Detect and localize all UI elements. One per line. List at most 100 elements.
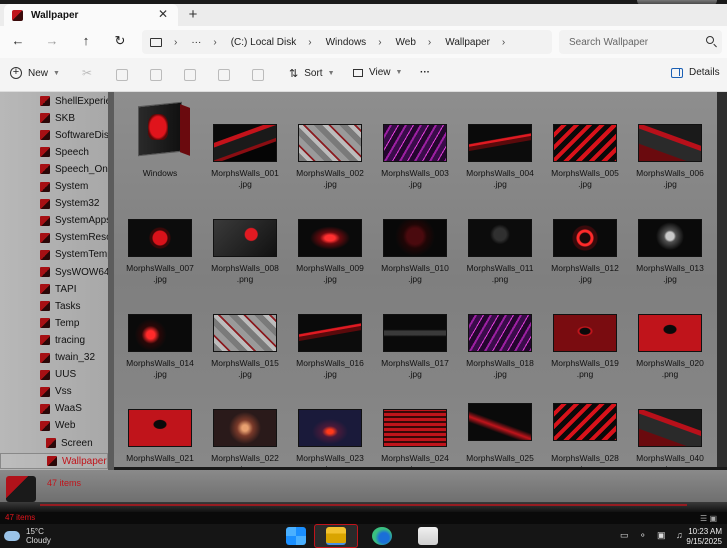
sidebar-item-tasks[interactable]: Tasks bbox=[40, 298, 81, 314]
folder-icon bbox=[40, 267, 50, 277]
breadcrumb-wallpaper[interactable]: Wallpaper bbox=[445, 37, 490, 48]
file-item[interactable]: MorphsWalls_021 .png bbox=[119, 377, 201, 467]
file-item[interactable]: MorphsWalls_022 .jpg bbox=[204, 377, 286, 467]
sidebar-item-tracing[interactable]: tracing bbox=[40, 332, 85, 348]
file-item[interactable]: MorphsWalls_040 .jpg bbox=[629, 377, 711, 467]
file-item[interactable]: MorphsWalls_009 .jpg bbox=[289, 187, 371, 284]
sidebar-item-twain-32[interactable]: twain_32 bbox=[40, 350, 95, 366]
sidebar-item-system[interactable]: System bbox=[40, 179, 88, 195]
image-thumbnail bbox=[553, 314, 617, 352]
new-tab-button[interactable]: + bbox=[186, 6, 200, 23]
image-thumbnail bbox=[468, 124, 532, 162]
sidebar-item-label: UUS bbox=[55, 369, 77, 381]
delete-icon[interactable] bbox=[252, 69, 264, 81]
folder-item[interactable]: Windows bbox=[119, 92, 201, 187]
folder-icon bbox=[40, 335, 50, 346]
file-explorer-icon[interactable] bbox=[326, 527, 346, 545]
folder-icon bbox=[40, 232, 50, 243]
store-icon[interactable] bbox=[418, 527, 438, 545]
weather-widget[interactable]: 15°C Cloudy bbox=[4, 527, 51, 545]
more-options-button[interactable]: ··· bbox=[420, 67, 430, 78]
file-item[interactable]: MorphsWalls_028 .jpg bbox=[544, 377, 626, 467]
file-item[interactable]: MorphsWalls_002 .jpg bbox=[289, 92, 371, 189]
sidebar-item-softwaredistribution[interactable]: SoftwareDistribution bbox=[40, 127, 108, 143]
file-item[interactable]: MorphsWalls_006 .jpg bbox=[629, 92, 711, 189]
breadcrumb-windows[interactable]: Windows bbox=[326, 37, 367, 48]
file-item[interactable]: MorphsWalls_010 .jpg bbox=[374, 187, 456, 284]
clock[interactable]: 10:23 AM 9/15/2025 bbox=[672, 527, 722, 547]
copy-icon[interactable] bbox=[116, 69, 128, 81]
folder-icon bbox=[40, 181, 50, 192]
share-icon[interactable] bbox=[218, 69, 230, 81]
file-item[interactable]: MorphsWalls_018 .jpg bbox=[459, 282, 541, 379]
address-bar[interactable]: › ··· › (C:) Local Disk › Windows › Web … bbox=[142, 30, 552, 54]
cut-icon[interactable]: ✂ bbox=[82, 66, 94, 80]
file-item[interactable]: MorphsWalls_017 .jpg bbox=[374, 282, 456, 379]
sort-button[interactable]: ⇅ Sort ▼ bbox=[289, 67, 335, 80]
sidebar-item-systemresources[interactable]: SystemResources bbox=[40, 230, 108, 246]
folder-icon bbox=[40, 403, 50, 414]
file-item[interactable]: MorphsWalls_016 .jpg bbox=[289, 282, 371, 379]
sidebar-item-label: Speech bbox=[55, 146, 89, 158]
search-input[interactable]: Search Wallpaper bbox=[559, 30, 722, 54]
new-button[interactable]: + New ▼ bbox=[10, 67, 60, 79]
sidebar-item-tapi[interactable]: TAPI bbox=[40, 281, 76, 297]
folder-icon bbox=[40, 369, 50, 380]
sidebar-item-skb[interactable]: SKB bbox=[40, 110, 75, 126]
view-button[interactable]: View ▼ bbox=[353, 67, 402, 78]
forward-button[interactable]: → bbox=[42, 32, 62, 50]
sidebar-item-web[interactable]: Web bbox=[40, 418, 75, 434]
sidebar-item-wallpaper[interactable]: Wallpaper bbox=[0, 453, 108, 470]
edge-icon[interactable] bbox=[372, 527, 392, 545]
paste-icon[interactable] bbox=[150, 69, 162, 81]
sidebar-item-waas[interactable]: WaaS bbox=[40, 401, 82, 417]
file-item[interactable]: MorphsWalls_005 .jpg bbox=[544, 92, 626, 189]
file-item[interactable]: MorphsWalls_024 .jpg bbox=[374, 377, 456, 467]
tab-wallpaper[interactable]: Wallpaper ✕ bbox=[4, 4, 178, 26]
breadcrumb-more[interactable]: ··· bbox=[191, 37, 201, 48]
chevron-right-icon[interactable]: › bbox=[502, 37, 505, 48]
start-icon[interactable] bbox=[286, 527, 306, 545]
file-item[interactable]: MorphsWalls_008 .png bbox=[204, 187, 286, 284]
rename-icon[interactable] bbox=[184, 69, 196, 81]
sidebar-item-speech[interactable]: Speech bbox=[40, 144, 89, 160]
close-tab-icon[interactable]: ✕ bbox=[158, 7, 168, 21]
sidebar-item-temp[interactable]: Temp bbox=[40, 315, 79, 331]
refresh-button[interactable]: ↻ bbox=[110, 32, 130, 50]
sidebar-item-screen[interactable]: Screen bbox=[46, 435, 93, 451]
up-button[interactable]: ↑ bbox=[76, 32, 96, 50]
sidebar-item-label: SysWOW64 bbox=[55, 266, 108, 278]
breadcrumb-local-disk[interactable]: (C:) Local Disk bbox=[231, 37, 297, 48]
file-item[interactable]: MorphsWalls_020 .png bbox=[629, 282, 711, 379]
file-item[interactable]: MorphsWalls_025 .png bbox=[459, 377, 541, 467]
sidebar-item-uus[interactable]: UUS bbox=[40, 367, 76, 383]
sidebar-item-syswow64[interactable]: SysWOW64 bbox=[40, 264, 108, 280]
file-item[interactable]: MorphsWalls_015 .jpg bbox=[204, 282, 286, 379]
sidebar-item-label: TAPI bbox=[55, 283, 77, 295]
file-item[interactable]: MorphsWalls_019 .png bbox=[544, 282, 626, 379]
sidebar-item-systemapps[interactable]: SystemApps bbox=[40, 213, 108, 229]
sidebar-item-label: tracing bbox=[55, 334, 86, 346]
file-item[interactable]: MorphsWalls_001 .jpg bbox=[204, 92, 286, 189]
sidebar-item-vss[interactable]: Vss bbox=[40, 384, 72, 400]
file-item[interactable]: MorphsWalls_023 .jpg bbox=[289, 377, 371, 467]
sidebar-item-label: SystemTemp bbox=[55, 249, 108, 261]
layout-toggle-icons[interactable]: ☰ ▣ bbox=[700, 514, 717, 523]
search-icon bbox=[706, 36, 714, 44]
breadcrumb-web[interactable]: Web bbox=[396, 37, 416, 48]
vertical-scrollbar[interactable] bbox=[717, 92, 727, 467]
file-item[interactable]: MorphsWalls_012 .jpg bbox=[544, 187, 626, 284]
file-item[interactable]: MorphsWalls_004 .jpg bbox=[459, 92, 541, 189]
file-item[interactable]: MorphsWalls_013 .jpg bbox=[629, 187, 711, 284]
sidebar-item-shellexperiences[interactable]: ShellExperiences bbox=[40, 93, 108, 109]
sidebar-item-system32[interactable]: System32 bbox=[40, 196, 99, 212]
file-item[interactable]: MorphsWalls_003 .jpg bbox=[374, 92, 456, 189]
back-button[interactable]: ← bbox=[8, 32, 28, 50]
file-item[interactable]: MorphsWalls_011 .png bbox=[459, 187, 541, 284]
chevron-right-icon: › bbox=[378, 36, 382, 48]
sidebar-item-speech-onecore[interactable]: Speech_OneCore bbox=[40, 161, 108, 177]
sidebar-item-systemtemp[interactable]: SystemTemp bbox=[40, 247, 108, 263]
file-item[interactable]: MorphsWalls_014 .jpg bbox=[119, 282, 201, 379]
file-item[interactable]: MorphsWalls_007 .jpg bbox=[119, 187, 201, 284]
details-button[interactable]: Details bbox=[671, 67, 720, 78]
